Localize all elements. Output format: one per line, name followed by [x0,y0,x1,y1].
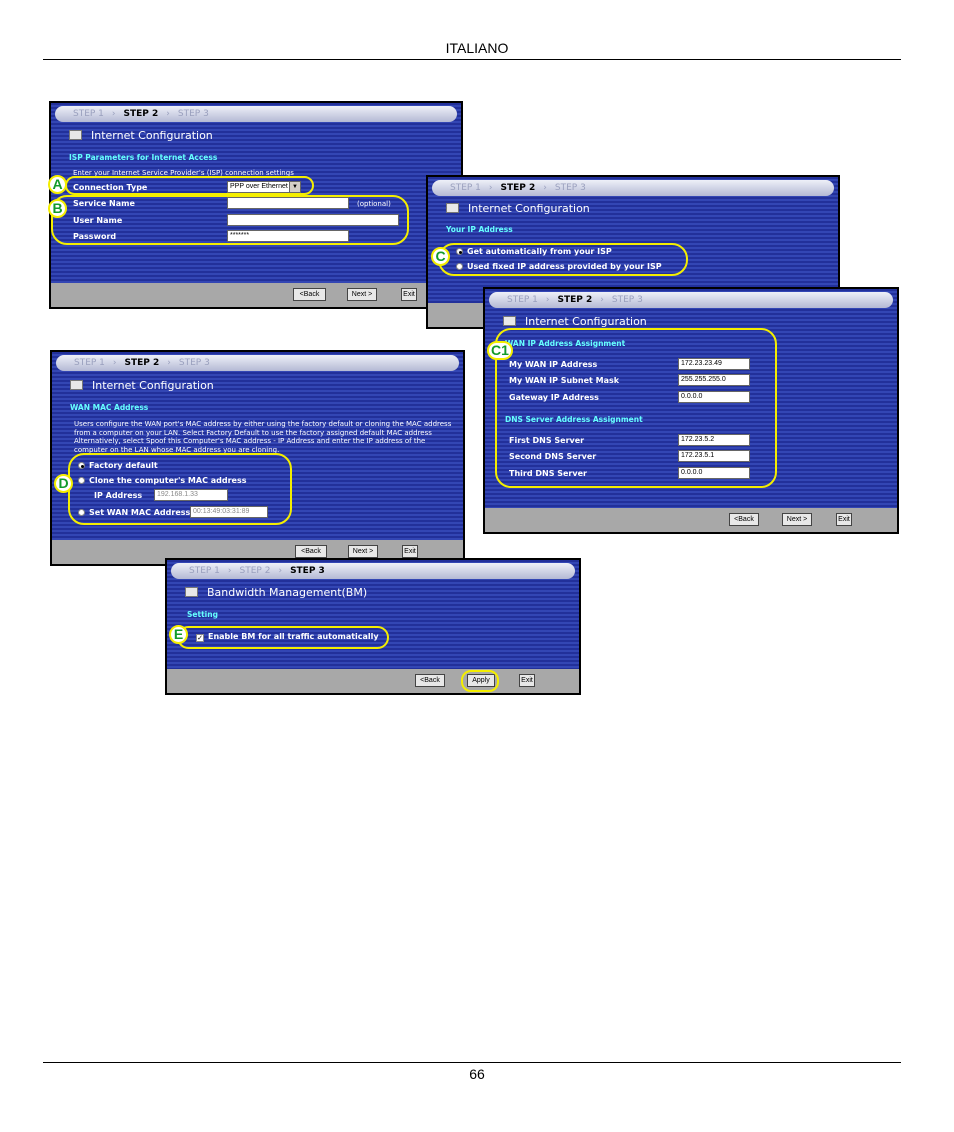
step2-label[interactable]: STEP 2 [124,109,159,119]
wan-mac-window: STEP 1 › STEP 2 › STEP 3 Internet Configurat… [50,350,465,566]
step-bar: STEP 1 › STEP 2 › STEP 3 [432,180,834,196]
section-heading: WAN MAC Address [70,403,149,412]
callout-c1-outline [495,328,777,488]
button-bar: <Back Apply Exit [167,669,579,693]
callout-c-outline [438,243,688,276]
section-heading: Setting [187,610,218,619]
section-heading: ISP Parameters for Internet Access [69,153,218,162]
callout-badge-c: C [431,247,450,266]
page-number: 66 [469,1066,485,1082]
step-bar: STEP 1 › STEP 2 › STEP 3 [489,292,893,308]
back-button[interactable]: <Back [295,545,327,558]
step1-label[interactable]: STEP 1 [189,566,220,576]
callout-badge-c1: C1 [487,341,513,360]
step3-label[interactable]: STEP 3 [290,566,325,576]
folder-icon [70,380,83,390]
back-button[interactable]: <Back [729,513,759,526]
page-header: ITALIANO [445,40,509,56]
step-bar: STEP 1 › STEP 2 › STEP 3 [171,563,575,579]
callout-e-outline [177,626,389,649]
folder-icon [185,587,198,597]
bandwidth-management-window: STEP 1 › STEP 2 › STEP 3 Bandwidth Managemen… [165,558,581,695]
callout-a-outline [65,176,314,195]
step2-label[interactable]: STEP 2 [558,295,593,305]
window-title: Internet Configuration [69,129,213,142]
next-button[interactable]: Next > [782,513,812,526]
step1-label[interactable]: STEP 1 [507,295,538,305]
button-bar: <Back Next > Exit [51,283,461,307]
window-title-text: Bandwidth Management(BM) [207,586,368,599]
step3-label[interactable]: STEP 3 [612,295,643,305]
window-title-text: Internet Configuration [468,202,590,215]
step2-label[interactable]: STEP 2 [125,358,160,368]
callout-badge-d: D [54,474,73,493]
callout-d-outline [68,453,292,525]
window-title: Internet Configuration [446,202,590,215]
exit-button[interactable]: Exit [401,288,417,301]
isp-parameters-window: STEP 1 › STEP 2 › STEP 3 Internet Configurat… [49,101,463,309]
window-title-text: Internet Configuration [92,379,214,392]
back-button[interactable]: <Back [415,674,445,687]
step1-label[interactable]: STEP 1 [74,358,105,368]
step-bar: STEP 1 › STEP 2 › STEP 3 [56,355,459,371]
step3-label[interactable]: STEP 3 [178,109,209,119]
window-title-text: Internet Configuration [525,315,647,328]
folder-icon [69,130,82,140]
step3-label[interactable]: STEP 3 [555,183,586,193]
wan-ip-window: STEP 1 › STEP 2 › STEP 3 Internet Configurat… [483,287,899,534]
callout-badge-a: A [48,175,67,194]
exit-button[interactable]: Exit [836,513,852,526]
window-title: Bandwidth Management(BM) [185,586,367,599]
step1-label[interactable]: STEP 1 [73,109,104,119]
step2-label[interactable]: STEP 2 [240,566,271,576]
back-button[interactable]: <Back [293,288,326,301]
button-bar: <Back Next > Exit [485,508,897,532]
next-button[interactable]: Next > [348,545,378,558]
folder-icon [446,203,459,213]
section-heading: Your IP Address [446,225,513,234]
callout-badge-b: B [48,199,67,218]
callout-apply-outline [461,670,499,692]
exit-button[interactable]: Exit [402,545,418,558]
window-title: Internet Configuration [503,315,647,328]
window-title: Internet Configuration [70,379,214,392]
step2-label[interactable]: STEP 2 [501,183,536,193]
window-title-text: Internet Configuration [91,129,213,142]
callout-b-outline [51,195,409,245]
exit-button[interactable]: Exit [519,674,535,687]
callout-badge-e: E [169,625,188,644]
step1-label[interactable]: STEP 1 [450,183,481,193]
step3-label[interactable]: STEP 3 [179,358,210,368]
header-rule [43,59,901,60]
folder-icon [503,316,516,326]
intro-text: Users configure the WAN port's MAC addre… [74,420,452,454]
step-bar: STEP 1 › STEP 2 › STEP 3 [55,106,457,122]
next-button[interactable]: Next > [347,288,377,301]
footer-rule [43,1062,901,1063]
